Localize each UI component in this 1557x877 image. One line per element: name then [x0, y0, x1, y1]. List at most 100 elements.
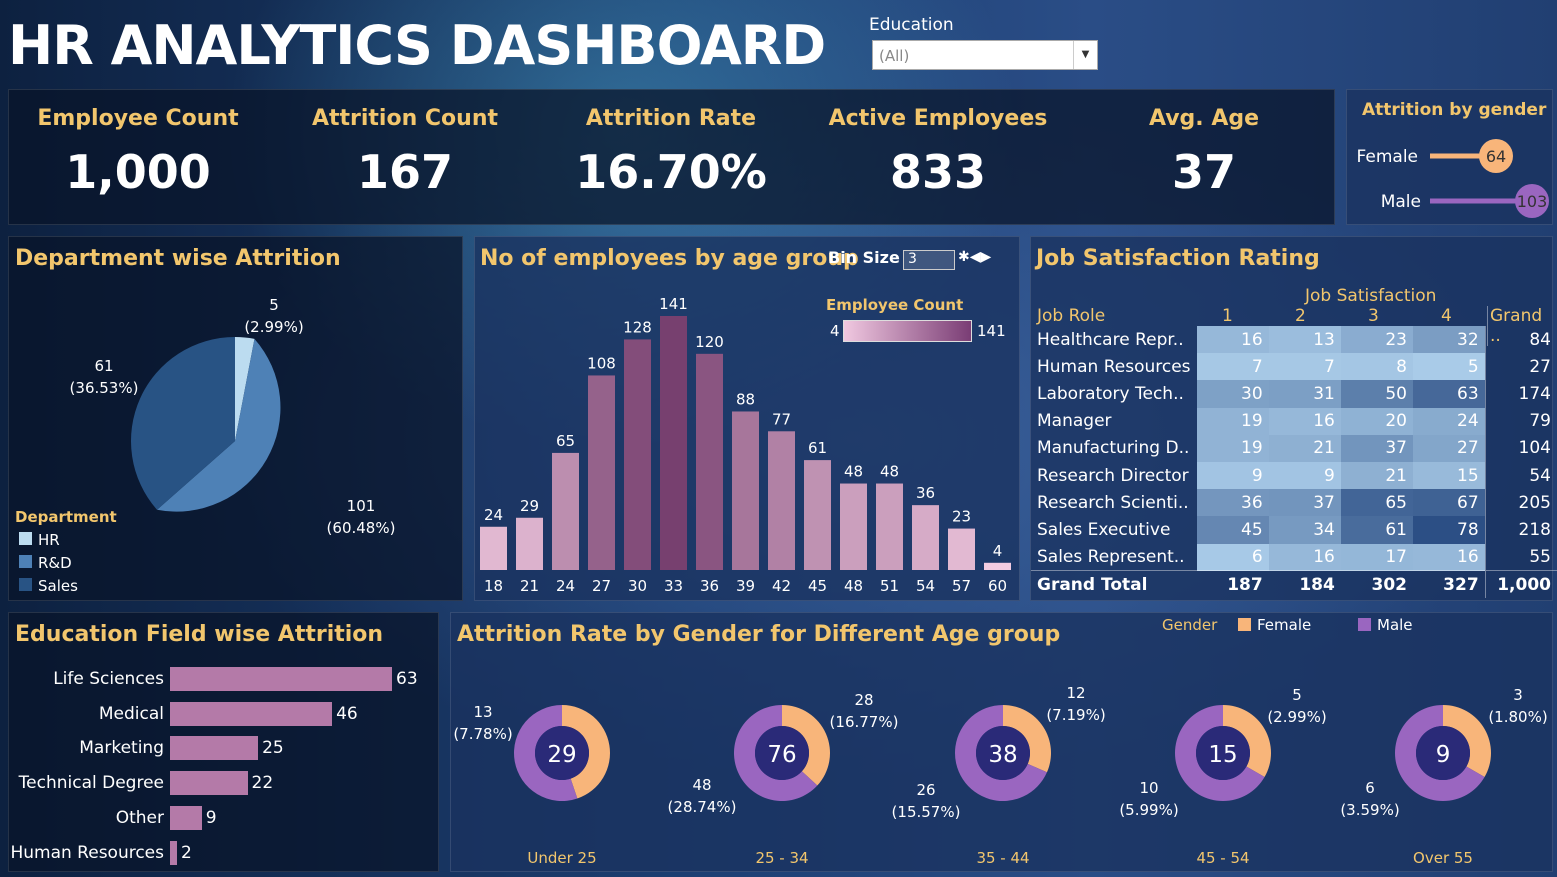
- donut-category: 25 - 34: [755, 849, 808, 867]
- chevron-down-icon[interactable]: ▼: [1073, 41, 1097, 69]
- grand-total-cell: 54: [1484, 461, 1557, 490]
- age-bar-value: 141: [659, 295, 688, 313]
- age-bar-category: 18: [484, 577, 503, 595]
- age-bar-value: 88: [736, 390, 755, 408]
- age-bar-value: 4: [993, 542, 1003, 560]
- table-row[interactable]: Research Scienti.. 36 37 65 67 205: [1031, 489, 1557, 517]
- age-bar[interactable]: [912, 505, 939, 570]
- table-row[interactable]: Manager 19 16 20 24 79: [1031, 407, 1557, 435]
- education-bar[interactable]: [170, 736, 259, 761]
- age-bar-category: 24: [556, 577, 575, 595]
- bin-size-input[interactable]: 3: [903, 250, 955, 270]
- col-header-3: 3: [1368, 306, 1379, 326]
- department-pie-chart: 5 (2.99%) 61 (36.53%) 101 (60.48%) Depar…: [15, 296, 395, 595]
- gender-label-male: Male: [1381, 192, 1421, 212]
- legend-label-hr: HR: [38, 531, 60, 549]
- age-bar-value: 24: [484, 506, 503, 524]
- col-header-2: 2: [1295, 306, 1306, 326]
- pie-label-rd-value: 101: [347, 497, 376, 515]
- table-row[interactable]: Laboratory Tech.. 30 31 50 63 174: [1031, 380, 1557, 408]
- legend-swatch-sales: [19, 578, 32, 591]
- table-row[interactable]: Human Resources 7 7 8 5 27: [1031, 353, 1557, 381]
- age-bar[interactable]: [588, 375, 615, 570]
- donut-male-value: 26: [916, 781, 935, 799]
- table-row[interactable]: Sales Represent.. 6 16 17 16 55: [1031, 543, 1557, 571]
- satisfaction-cell: 7: [1268, 353, 1341, 381]
- grand-total-value: 184: [1268, 570, 1341, 598]
- kpi-attrition-rate: Attrition Rate 16.70%: [546, 106, 796, 199]
- age-bar[interactable]: [516, 517, 543, 570]
- donut-total: 9: [1436, 742, 1451, 768]
- kpi-label: Active Employees: [828, 106, 1048, 131]
- gender-attrition-title: Attrition by gender: [1362, 100, 1547, 120]
- education-bar[interactable]: [170, 701, 333, 726]
- satisfaction-cell: 19: [1196, 434, 1269, 462]
- grand-total-value: 187: [1196, 570, 1269, 598]
- legend-swatch-rd: [19, 555, 32, 568]
- age-bar-category: 60: [988, 577, 1007, 595]
- satisfaction-cell: 23: [1340, 326, 1413, 354]
- age-bar[interactable]: [768, 431, 795, 570]
- gender-attrition-chart: Female 64 Male 103: [1357, 139, 1549, 218]
- age-bar[interactable]: [840, 483, 867, 570]
- education-bar[interactable]: [170, 805, 202, 830]
- legend-label-rd: R&D: [38, 554, 72, 572]
- age-bar[interactable]: [696, 353, 723, 570]
- job-role-cell: Manager: [1037, 411, 1112, 432]
- grand-total-cell: 79: [1484, 407, 1557, 435]
- donut[interactable]: 15: [1175, 705, 1271, 801]
- age-bar-value: 65: [556, 432, 575, 450]
- donut-female-pct: (16.77%): [830, 713, 899, 731]
- gender-age-donut-chart: 29 Under 25 76 25 - 34 38 35 - 44 15 45 - 54 9 Ov…: [453, 684, 1547, 867]
- satisfaction-cell: 13: [1268, 326, 1341, 354]
- education-filter-dropdown[interactable]: (All) ▼: [872, 40, 1098, 70]
- education-bar-label: Life Sciences: [53, 669, 164, 689]
- age-bar[interactable]: [480, 526, 507, 570]
- gender-value-female: 64: [1486, 147, 1506, 166]
- table-row[interactable]: Manufacturing D.. 19 21 37 27 104: [1031, 434, 1557, 462]
- satisfaction-cell: 9: [1196, 461, 1269, 490]
- table-row[interactable]: Healthcare Repr.. 16 13 23 32 84: [1031, 326, 1557, 354]
- education-filter-label: Education: [869, 15, 954, 35]
- education-bar[interactable]: [170, 840, 178, 865]
- grand-total-value: 302: [1340, 570, 1413, 598]
- age-bar[interactable]: [876, 483, 903, 570]
- age-bar[interactable]: [624, 339, 651, 570]
- age-bar[interactable]: [660, 316, 687, 570]
- grand-total-cell: 205: [1484, 489, 1557, 517]
- table-row[interactable]: Research Director 9 9 21 15 54: [1031, 461, 1557, 490]
- donut-female-value: 5: [1292, 686, 1302, 704]
- satisfaction-cell: 6: [1196, 543, 1269, 571]
- age-bar[interactable]: [552, 452, 579, 570]
- kpi-attrition-count: Attrition Count 167: [280, 106, 530, 199]
- donut-male-pct: (5.99%): [1119, 801, 1178, 819]
- pie-label-sales-value: 61: [94, 357, 113, 375]
- donut[interactable]: 29: [514, 705, 610, 801]
- satisfaction-cell: 16: [1196, 326, 1269, 354]
- age-bar-value: 61: [808, 439, 827, 457]
- donut-total: 15: [1208, 742, 1237, 768]
- donut[interactable]: 9: [1395, 705, 1491, 801]
- donut-category: Over 55: [1413, 849, 1473, 867]
- age-group-bar-chart: 2418292165241082712830141331203688397742…: [480, 295, 1011, 595]
- job-satisfaction-title: Job Satisfaction Rating: [1036, 246, 1320, 271]
- age-bar-value: 120: [695, 333, 724, 351]
- donut[interactable]: 38: [955, 705, 1051, 801]
- grand-total-cell: 174: [1484, 380, 1557, 408]
- education-bar[interactable]: [170, 771, 248, 796]
- donut-female-pct: (2.99%): [1267, 708, 1326, 726]
- table-row[interactable]: Sales Executive 45 34 61 78 218: [1031, 516, 1557, 544]
- age-bar[interactable]: [948, 528, 975, 570]
- age-bar[interactable]: [732, 411, 759, 570]
- age-bar[interactable]: [984, 562, 1011, 570]
- bin-size-stepper-icon[interactable]: ✱◀▶: [958, 249, 991, 265]
- education-bar[interactable]: [170, 667, 392, 691]
- legend-label-sales: Sales: [38, 577, 78, 595]
- satisfaction-cell: 17: [1340, 543, 1413, 571]
- donut-female-value: 28: [854, 691, 873, 709]
- donut[interactable]: 76: [734, 705, 830, 801]
- grand-total-overall: 1,000: [1484, 570, 1557, 598]
- grand-total-label: Grand Total: [1031, 570, 1197, 598]
- donut-female-value: 3: [1513, 686, 1523, 704]
- age-bar[interactable]: [804, 460, 831, 570]
